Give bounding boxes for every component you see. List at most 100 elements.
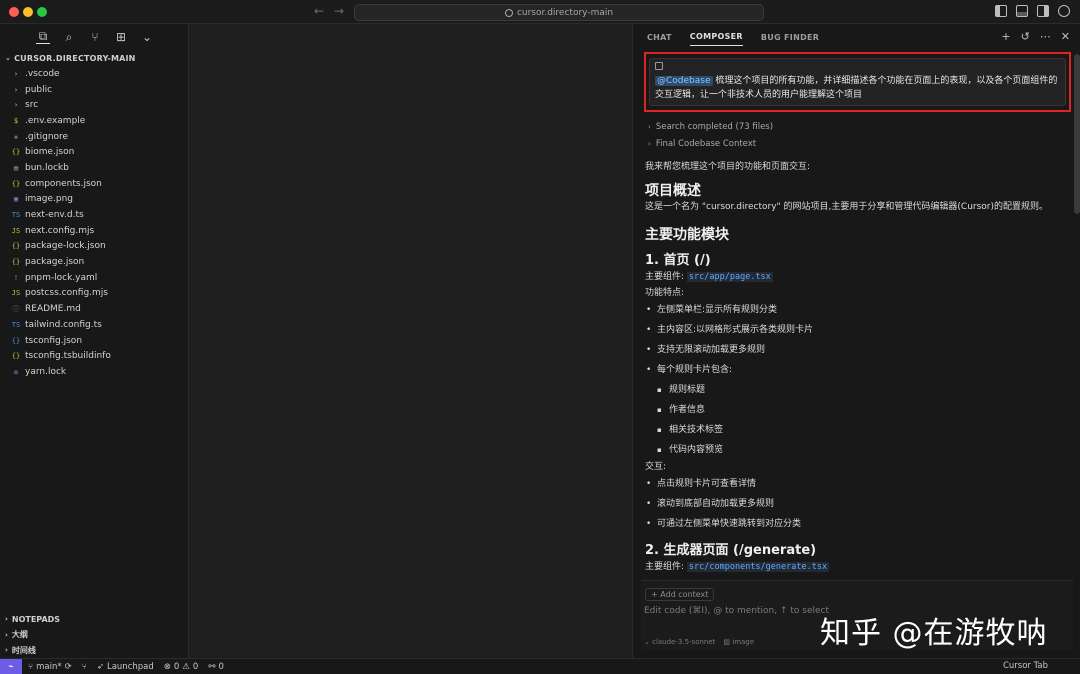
model-selector[interactable]: ⌄ claude-3.5-sonnet [644,638,715,646]
file-item[interactable]: › src [0,97,188,113]
panel-scrollbar[interactable] [1074,54,1080,214]
history-icon[interactable]: ↺ [1021,30,1030,43]
file-name: tailwind.config.ts [25,319,102,330]
add-context-button[interactable]: + Add context [645,588,715,601]
tab-bug-finder[interactable]: BUG FINDER [761,29,819,46]
prompt-highlight-box: @Codebase 梳理这个项目的所有功能，并详细描述各个功能在页面上的表现，以… [644,52,1071,112]
file-item[interactable]: {} components.json [0,176,188,192]
list-item: 滚动到底部自动加载更多规则 [645,494,1070,514]
composer-input-placeholder[interactable]: Edit code (⌘I), @ to mention, ↑ to selec… [644,606,829,616]
panel-actions: + ↺ ⋯ ✕ [1001,30,1070,43]
chevron-down-icon[interactable]: ⌄ [140,30,154,44]
launchpad-button[interactable]: ➶ Launchpad [97,662,154,672]
heading-generate: 2. 生成器页面 (/generate) [645,543,817,558]
section-label: 时间线 [11,645,36,655]
file-item[interactable]: TS next-env.d.ts [0,207,188,223]
file-item[interactable]: ✿ yarn.lock [0,364,188,380]
file-item[interactable]: $ .env.example [0,113,188,129]
sidebar-section-header[interactable]: › 时间线 [0,643,189,659]
back-arrow-icon[interactable]: ← [314,4,324,18]
explorer-root-header[interactable]: ⌄ CURSOR.DIRECTORY-MAIN [0,50,188,66]
layout-controls [995,5,1070,17]
file-type-icon: TS [11,211,21,220]
problems-status[interactable]: ⊗ 0 ⚠ 0 [164,662,199,672]
title-bar: ← → cursor.directory-main [0,0,1080,24]
file-item[interactable]: {} tsconfig.json [0,333,188,349]
file-tree: › .vscode › public › src $ .env.example ◆ .gitign… [0,66,188,380]
tab-composer[interactable]: COMPOSER [689,28,743,46]
window-minimize-button[interactable] [23,7,33,17]
window-close-button[interactable] [9,7,19,17]
more-icon[interactable]: ⋯ [1040,30,1051,43]
file-type-icon: › [13,101,19,110]
sidebar-section-header[interactable]: › 大纲 [0,627,189,643]
forward-arrow-icon[interactable]: → [334,4,344,18]
toggle-panel-icon[interactable] [1016,5,1028,17]
file-item[interactable]: ! pnpm-lock.yaml [0,270,188,286]
editor-area[interactable] [190,24,631,658]
cursor-tab-status[interactable]: Cursor Tab [1003,661,1048,671]
search-completed-toggle[interactable]: › Search completed (73 files) [648,122,773,132]
user-prompt[interactable]: @Codebase 梳理这个项目的所有功能，并详细描述各个功能在页面上的表现，以… [649,58,1066,106]
final-context-label: Final Codebase Context [655,139,757,149]
file-name: yarn.lock [25,366,67,377]
file-type-icon: {} [11,258,21,267]
file-item[interactable]: {} package.json [0,254,188,270]
close-icon[interactable]: ✕ [1061,30,1070,43]
file-name: package-lock.json [25,241,106,252]
source-control-status[interactable]: ⑂ [82,662,87,672]
list-item: 规则标题 [645,380,1070,400]
sidebar-sections: › NOTEPADS › 大纲 › 时间线 [0,612,189,659]
error-icon: ⊗ [163,661,171,672]
file-item[interactable]: JS postcss.config.mjs [0,286,188,302]
gear-icon[interactable] [1058,5,1070,17]
file-item[interactable]: ⓘ README.md [0,301,188,317]
search-completed-label: Search completed (73 files) [655,122,774,132]
remote-icon[interactable]: ⌁ [0,658,22,674]
files-icon[interactable]: ⧉ [36,29,50,44]
search-icon[interactable]: ⌕ [62,30,76,44]
image-button[interactable]: ▨ image [723,638,754,646]
window-maximize-button[interactable] [37,7,47,17]
overview-text: 这是一个名为 "cursor.directory" 的网站项目,主要用于分享和管… [645,202,1049,212]
toggle-secondary-sidebar-icon[interactable] [1037,5,1049,17]
interaction-label: 交互: [645,462,667,472]
file-item[interactable]: ▣ image.png [0,192,188,208]
branch-status[interactable]: ⑂ main* ⟳ [28,662,72,672]
file-name: biome.json [25,147,75,158]
command-center-search[interactable]: cursor.directory-main [354,4,764,21]
chevron-right-icon: › [5,615,8,624]
file-name: next.config.mjs [25,225,95,236]
tab-chat[interactable]: CHAT [647,29,672,46]
file-name: src [25,100,39,111]
file-item[interactable]: {} biome.json [0,144,188,160]
file-item[interactable]: {} package-lock.json [0,239,188,255]
ports-status[interactable]: ⚯ 0 [208,662,224,672]
sync-icon: ⟳ [64,661,72,672]
source-control-icon[interactable]: ⑂ [88,30,102,44]
main-component-label: 主要组件: [645,562,687,572]
file-item[interactable]: › public [0,82,188,98]
file-item[interactable]: {} tsconfig.tsbuildinfo [0,348,188,364]
codebase-mention[interactable]: @Codebase [655,76,713,86]
heading-home: 1. 首页 (/) [645,253,711,268]
file-name: image.png [25,194,74,205]
file-item[interactable]: TS tailwind.config.ts [0,317,188,333]
file-item[interactable]: › .vscode [0,66,188,82]
file-item[interactable]: ▤ bun.lockb [0,160,188,176]
extensions-icon[interactable]: ⊞ [114,30,128,44]
file-type-icon: $ [13,116,19,125]
toggle-primary-sidebar-icon[interactable] [995,5,1007,17]
file-item[interactable]: JS next.config.mjs [0,223,188,239]
generate-component-code[interactable]: src/components/generate.tsx [686,562,830,572]
model-row: ⌄ claude-3.5-sonnet ▨ image [644,638,754,646]
response-intro: 我来帮您梳理这个项目的功能和页面交互: [645,162,811,172]
list-item: 每个规则卡片包含: [645,360,1070,380]
file-item[interactable]: ◆ .gitignore [0,129,188,145]
file-type-icon: ◆ [13,132,19,141]
home-component-code[interactable]: src/app/page.tsx [686,272,773,282]
sidebar-section-header[interactable]: › NOTEPADS [0,612,189,628]
plus-icon[interactable]: + [1001,30,1010,43]
list-item: 支持无限滚动加载更多规则 [645,340,1070,360]
final-context-toggle[interactable]: › Final Codebase Context [648,139,756,149]
